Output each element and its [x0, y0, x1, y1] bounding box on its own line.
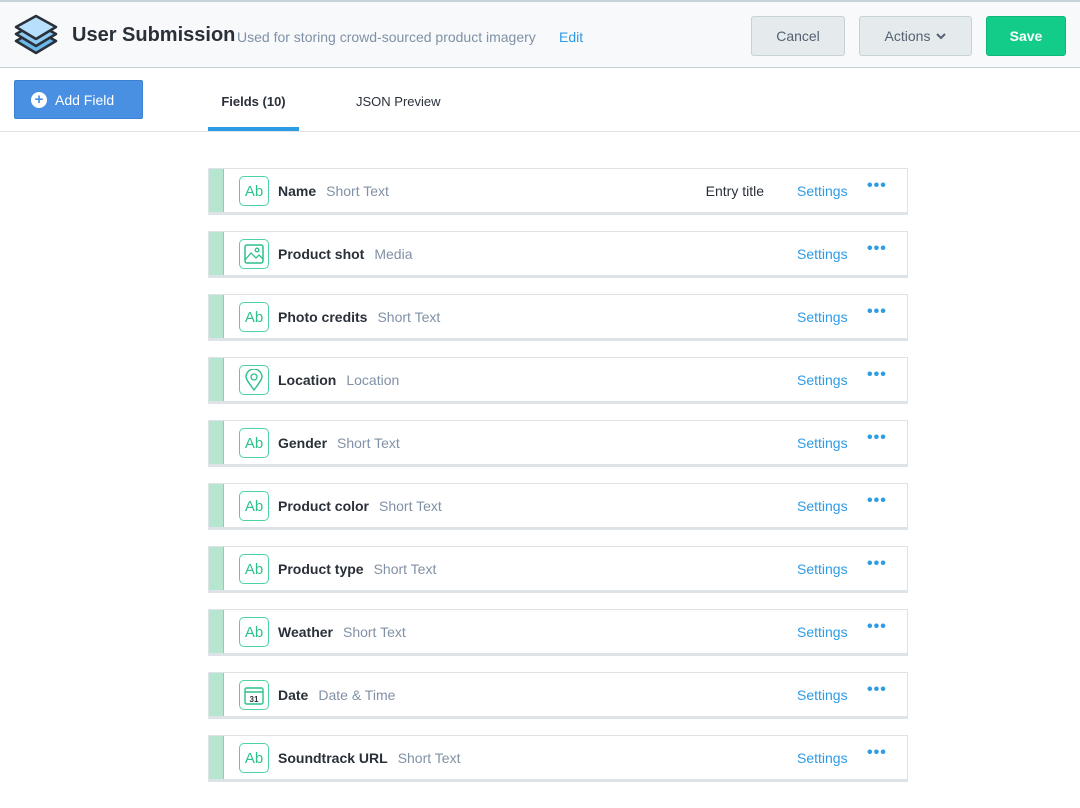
field-settings-link[interactable]: Settings [797, 624, 848, 640]
drag-handle[interactable] [209, 673, 224, 716]
actions-label: Actions [884, 28, 931, 44]
field-settings-link[interactable]: Settings [797, 561, 848, 577]
more-options-icon[interactable]: ••• [867, 744, 887, 762]
drag-handle[interactable] [209, 169, 224, 212]
page-title: User Submission [72, 24, 236, 46]
text-icon: Ab [239, 617, 269, 647]
text-icon: Ab [239, 176, 269, 206]
text-icon: Ab [239, 743, 269, 773]
field-row[interactable]: Ab Soundtrack URL Short Text Settings ••• [208, 735, 908, 780]
field-settings-link[interactable]: Settings [797, 183, 848, 199]
drag-handle[interactable] [209, 295, 224, 338]
field-settings-link[interactable]: Settings [797, 750, 848, 766]
field-type: Date & Time [318, 687, 396, 703]
field-settings-link[interactable]: Settings [797, 372, 848, 388]
edit-link[interactable]: Edit [559, 29, 583, 45]
entry-title-label: Entry title [705, 183, 764, 199]
field-row[interactable]: Ab Product color Short Text Settings ••• [208, 483, 908, 528]
text-icon: Ab [239, 428, 269, 458]
calendar-icon: 31 [239, 680, 269, 710]
field-type: Short Text [342, 624, 406, 640]
field-settings-link[interactable]: Settings [797, 687, 848, 703]
field-name: Date [278, 687, 309, 703]
cancel-button[interactable]: Cancel [751, 16, 845, 56]
text-icon: Ab [239, 491, 269, 521]
tab-fields[interactable]: Fields (10) [208, 94, 299, 131]
chevron-down-icon [936, 33, 947, 40]
field-type: Short Text [337, 435, 400, 451]
field-row[interactable]: 31 Date Date & Time Settings ••• [208, 672, 908, 717]
plus-circle-icon: + [31, 91, 47, 108]
field-name: Location [278, 372, 337, 388]
location-icon [239, 365, 269, 395]
drag-handle[interactable] [209, 484, 224, 527]
content-type-layers-icon [14, 14, 58, 55]
field-type: Short Text [379, 498, 442, 514]
field-type: Short Text [397, 750, 461, 766]
more-options-icon[interactable]: ••• [867, 240, 887, 258]
more-options-icon[interactable]: ••• [867, 681, 887, 699]
header: User Submission Used for storing crowd-s… [0, 0, 1080, 68]
drag-handle[interactable] [209, 232, 224, 275]
field-name: Name [278, 183, 317, 199]
more-options-icon[interactable]: ••• [867, 303, 887, 321]
drag-handle[interactable] [209, 421, 224, 464]
field-settings-link[interactable]: Settings [797, 435, 848, 451]
field-row[interactable]: Ab Gender Short Text Settings ••• [208, 420, 908, 465]
field-settings-link[interactable]: Settings [797, 498, 848, 514]
more-options-icon[interactable]: ••• [867, 618, 887, 636]
tabs-divider [0, 131, 1080, 132]
field-row[interactable]: Ab Product type Short Text Settings ••• [208, 546, 908, 591]
field-type: Media [374, 246, 413, 262]
field-type: Short Text [373, 561, 437, 577]
more-options-icon[interactable]: ••• [867, 366, 887, 384]
field-name: Product type [278, 561, 364, 577]
actions-button[interactable]: Actions [859, 16, 972, 56]
more-options-icon[interactable]: ••• [867, 429, 887, 447]
more-options-icon[interactable]: ••• [867, 492, 887, 510]
field-name: Soundtrack URL [278, 750, 388, 766]
drag-handle[interactable] [209, 610, 224, 653]
field-type: Location [346, 372, 400, 388]
add-field-button[interactable]: + Add Field [14, 80, 143, 119]
drag-handle[interactable] [209, 547, 224, 590]
field-row[interactable]: Ab Photo credits Short Text Settings ••• [208, 294, 908, 339]
text-icon: Ab [239, 302, 269, 332]
field-name: Product shot [278, 246, 365, 262]
field-type: Short Text [326, 183, 389, 199]
field-row[interactable]: Product shot Media Settings ••• [208, 231, 908, 276]
field-name: Photo credits [278, 309, 368, 325]
drag-handle[interactable] [209, 736, 224, 779]
field-row[interactable]: Location Location Settings ••• [208, 357, 908, 402]
add-field-label: Add Field [55, 91, 115, 108]
save-button[interactable]: Save [986, 16, 1066, 56]
drag-handle[interactable] [209, 358, 224, 401]
field-row[interactable]: Ab Weather Short Text Settings ••• [208, 609, 908, 654]
field-name: Product color [278, 498, 370, 514]
field-type: Short Text [377, 309, 441, 325]
image-icon [239, 239, 269, 269]
svg-text:31: 31 [250, 695, 259, 704]
tab-json-preview[interactable]: JSON Preview [356, 94, 441, 109]
more-options-icon[interactable]: ••• [867, 177, 887, 195]
field-settings-link[interactable]: Settings [797, 246, 848, 262]
field-name: Weather [278, 624, 333, 640]
field-settings-link[interactable]: Settings [797, 309, 848, 325]
page-description: Used for storing crowd-sourced product i… [237, 29, 536, 45]
field-name: Gender [278, 435, 328, 451]
text-icon: Ab [239, 554, 269, 584]
more-options-icon[interactable]: ••• [867, 555, 887, 573]
field-row[interactable]: Ab Name Short Text Entry title Settings •… [208, 168, 908, 213]
